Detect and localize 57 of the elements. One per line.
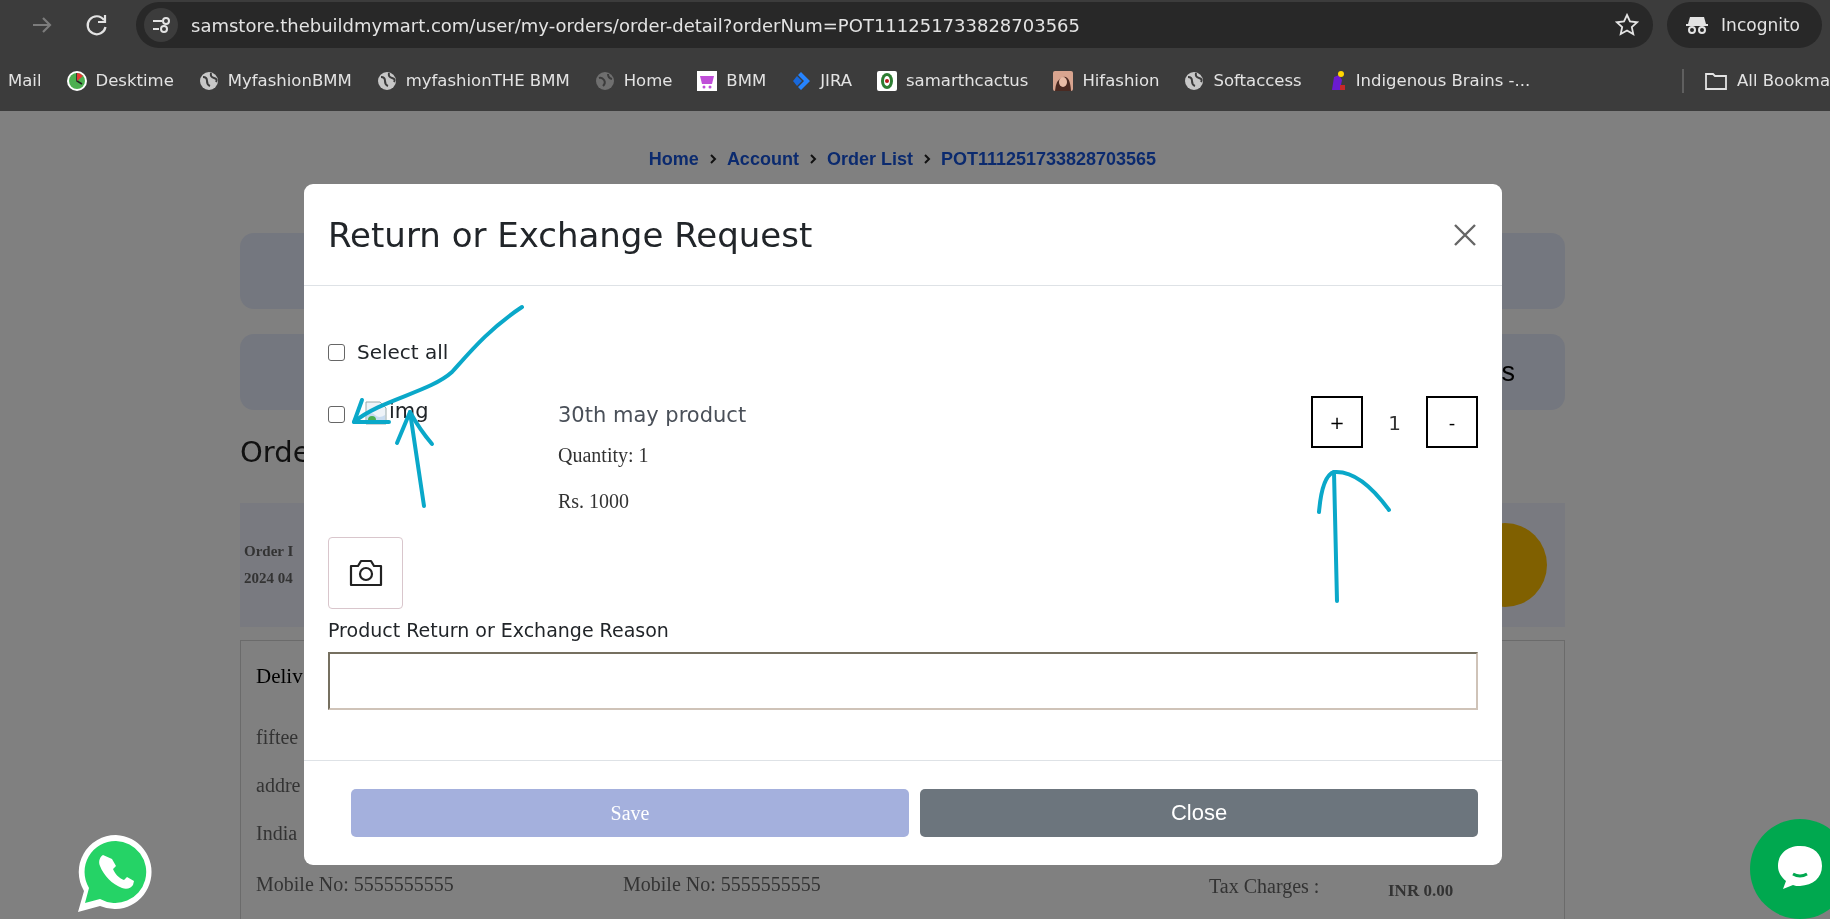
bookmark[interactable]: Softaccess	[1213, 71, 1302, 90]
bookmark[interactable]: MyfashionBMM	[227, 71, 352, 90]
folder-icon	[1705, 71, 1728, 90]
quantity-value: 1	[1387, 410, 1402, 435]
incognito-icon	[1685, 15, 1710, 35]
camera-icon	[347, 558, 384, 588]
product-price: Rs. 1000	[558, 490, 631, 515]
card-text: s	[1501, 356, 1515, 388]
chevron-icon	[808, 154, 817, 164]
close-button[interactable]: Close	[920, 789, 1478, 837]
delivery-title: Deliv	[256, 663, 303, 690]
address-line: India	[256, 821, 298, 846]
product-quantity: Quantity: 1	[558, 443, 650, 469]
bookmark[interactable]: JIRA	[820, 71, 852, 90]
camera-button[interactable]	[328, 537, 403, 609]
incognito-button[interactable]: Incognito	[1667, 2, 1822, 48]
increase-button[interactable]: +	[1311, 396, 1363, 448]
delivery-text: INR 0.00	[1388, 880, 1454, 901]
globe-icon	[1183, 69, 1206, 92]
decrease-button[interactable]: -	[1426, 396, 1478, 448]
bookmark[interactable]: Indigenous Brains -...	[1355, 71, 1531, 90]
bookmark[interactable]: Hifashion	[1082, 71, 1160, 90]
site-info-icon[interactable]	[144, 8, 178, 42]
bookmark[interactable]: Desktime	[95, 71, 174, 90]
bookmark[interactable]: Home	[623, 71, 673, 90]
cart-icon	[696, 69, 719, 92]
bookmark[interactable]: myfashionTHE BMM	[405, 71, 570, 90]
product-name: 30th may product	[558, 403, 748, 429]
clock-icon	[65, 69, 88, 92]
address-line: addre	[256, 773, 301, 798]
address-line: fiftee	[256, 725, 299, 750]
checkbox[interactable]	[328, 343, 345, 361]
bookmark[interactable]: BMM	[726, 71, 767, 90]
portrait-icon	[1052, 69, 1075, 92]
select-all-label: Select all	[357, 340, 449, 364]
globe-icon	[593, 69, 616, 92]
bookmark[interactable]: Mail	[8, 71, 42, 90]
ring-icon	[876, 69, 898, 92]
delivery-text: Mobile No: 5555555555	[256, 872, 455, 896]
order-info-text: 2024 04	[244, 570, 294, 587]
checkbox[interactable]	[328, 406, 345, 423]
reason-input[interactable]	[328, 652, 1478, 710]
dialog-title: Return or Exchange Request	[328, 214, 813, 255]
order-info-text: Order I	[244, 543, 294, 560]
globe-icon	[197, 69, 220, 92]
chevron-icon	[708, 154, 717, 164]
chat-icon[interactable]	[1750, 819, 1830, 919]
image-alt-text: img	[389, 399, 429, 423]
chevron-icon	[922, 154, 931, 164]
globe-icon	[375, 69, 398, 92]
delivery-text: Mobile No: 5555555555	[623, 872, 822, 896]
all-bookmarks-link[interactable]: All Bookma	[1737, 71, 1830, 90]
reason-label: Product Return or Exchange Reason	[328, 618, 670, 643]
jira-icon	[790, 69, 813, 92]
bookmark[interactable]: samarthcactus	[906, 71, 1029, 90]
bookmark-star-icon[interactable]	[1615, 13, 1640, 37]
delivery-text: Tax Charges :	[1209, 873, 1321, 898]
